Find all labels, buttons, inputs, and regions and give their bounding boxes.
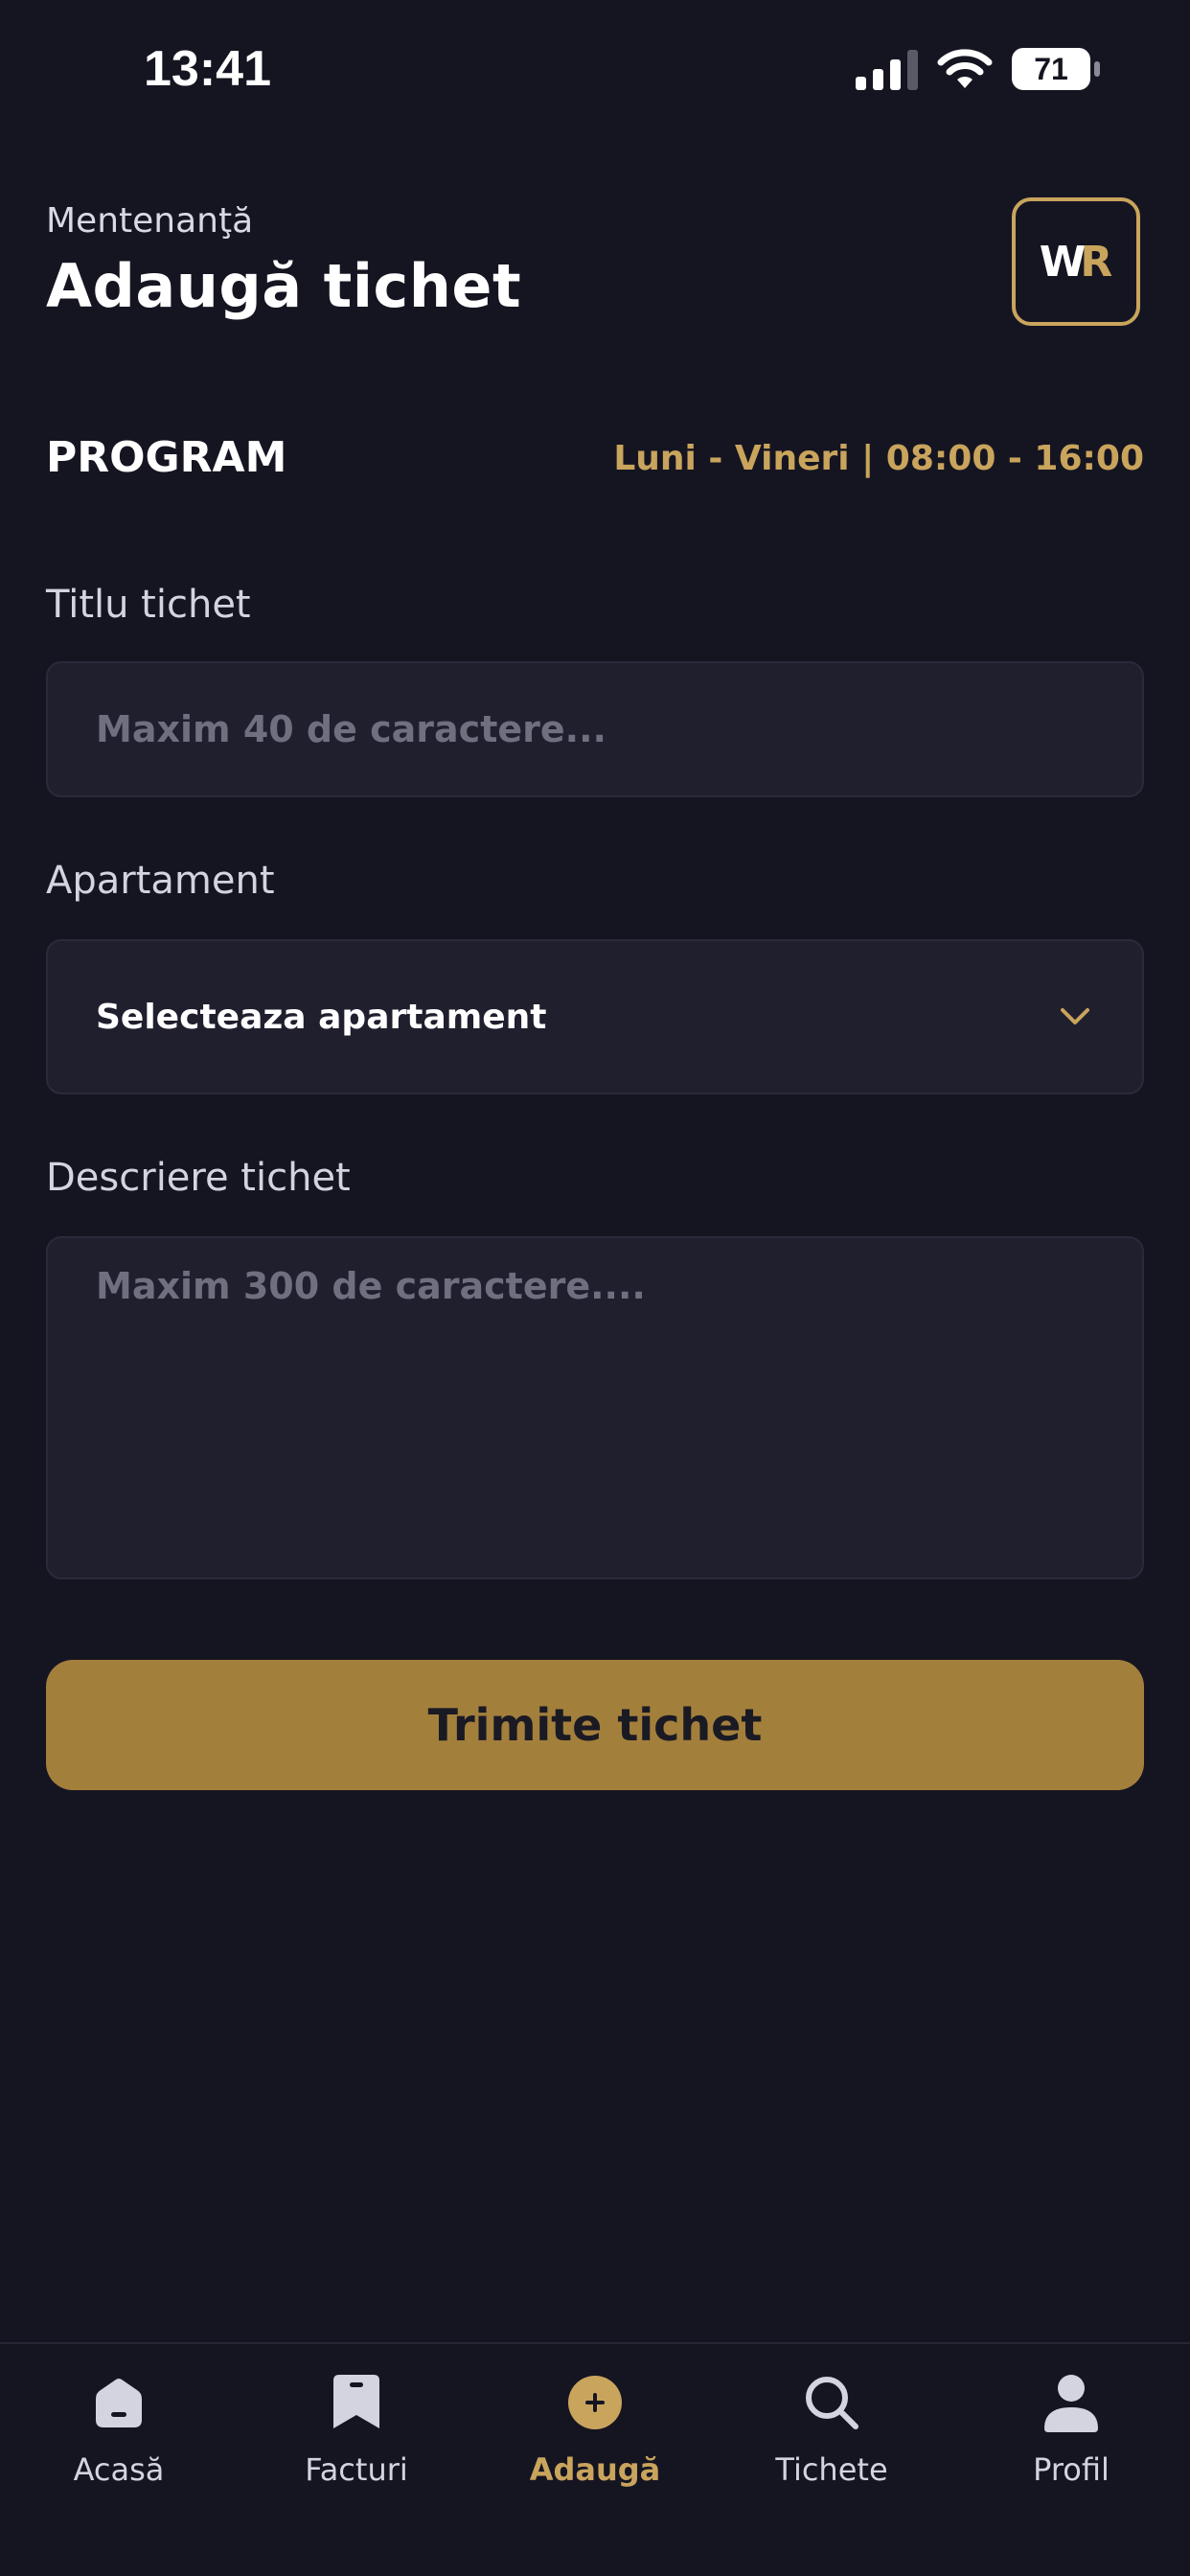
- apartment-label: Apartament: [46, 859, 275, 903]
- status-bar: 13:41 71: [0, 0, 1190, 144]
- logo-letter-r: R: [1080, 237, 1113, 287]
- program-hours: Luni - Vineri | 08:00 - 16:00: [613, 439, 1144, 478]
- nav-item-tichete[interactable]: Tichete: [736, 2371, 927, 2515]
- battery-level: 71: [1034, 52, 1068, 86]
- nav-item-profil[interactable]: Profil: [975, 2371, 1167, 2515]
- title-input-box: [46, 661, 1144, 797]
- bottom-nav: Acasă Facturi Adaugă Tichete Profil: [0, 2342, 1190, 2576]
- logo: W R: [1012, 197, 1140, 326]
- nav-label-facturi: Facturi: [305, 2451, 408, 2488]
- search-icon: [800, 2371, 863, 2434]
- signal-icon: [856, 50, 918, 90]
- add-circle-icon: [563, 2371, 627, 2434]
- title-input[interactable]: [48, 663, 1142, 795]
- page-subtitle: Mentenanţă: [46, 201, 254, 241]
- user-icon: [1040, 2371, 1103, 2434]
- apartment-select-value: Selecteaza apartament: [96, 997, 547, 1037]
- description-label: Descriere tichet: [46, 1156, 351, 1200]
- add-ticket-screen: 13:41 71 Mentenanţă Adaugă tichet W R PR…: [0, 0, 1190, 2576]
- wifi-icon: [937, 49, 993, 88]
- description-textarea[interactable]: [48, 1238, 1142, 1577]
- description-input-box: [46, 1236, 1144, 1579]
- nav-label-adauga: Adaugă: [529, 2451, 661, 2488]
- nav-item-adauga[interactable]: Adaugă: [499, 2371, 691, 2515]
- nav-label-tichete: Tichete: [775, 2451, 888, 2488]
- status-time: 13:41: [144, 41, 271, 97]
- nav-label-acasa: Acasă: [73, 2451, 165, 2488]
- chevron-down-icon: [1061, 1008, 1089, 1024]
- nav-item-facturi[interactable]: Facturi: [261, 2371, 452, 2515]
- nav-item-acasa[interactable]: Acasă: [23, 2371, 215, 2515]
- nav-label-profil: Profil: [1033, 2451, 1110, 2488]
- program-label: PROGRAM: [46, 433, 287, 482]
- bookmark-icon: [325, 2371, 388, 2434]
- apartment-select[interactable]: Selecteaza apartament: [46, 939, 1144, 1094]
- logo-letter-w: W: [1039, 237, 1086, 287]
- page-title: Adaugă tichet: [46, 251, 522, 321]
- submit-ticket-button[interactable]: Trimite tichet: [46, 1660, 1144, 1790]
- title-label: Titlu tichet: [46, 583, 251, 627]
- home-icon: [87, 2371, 150, 2434]
